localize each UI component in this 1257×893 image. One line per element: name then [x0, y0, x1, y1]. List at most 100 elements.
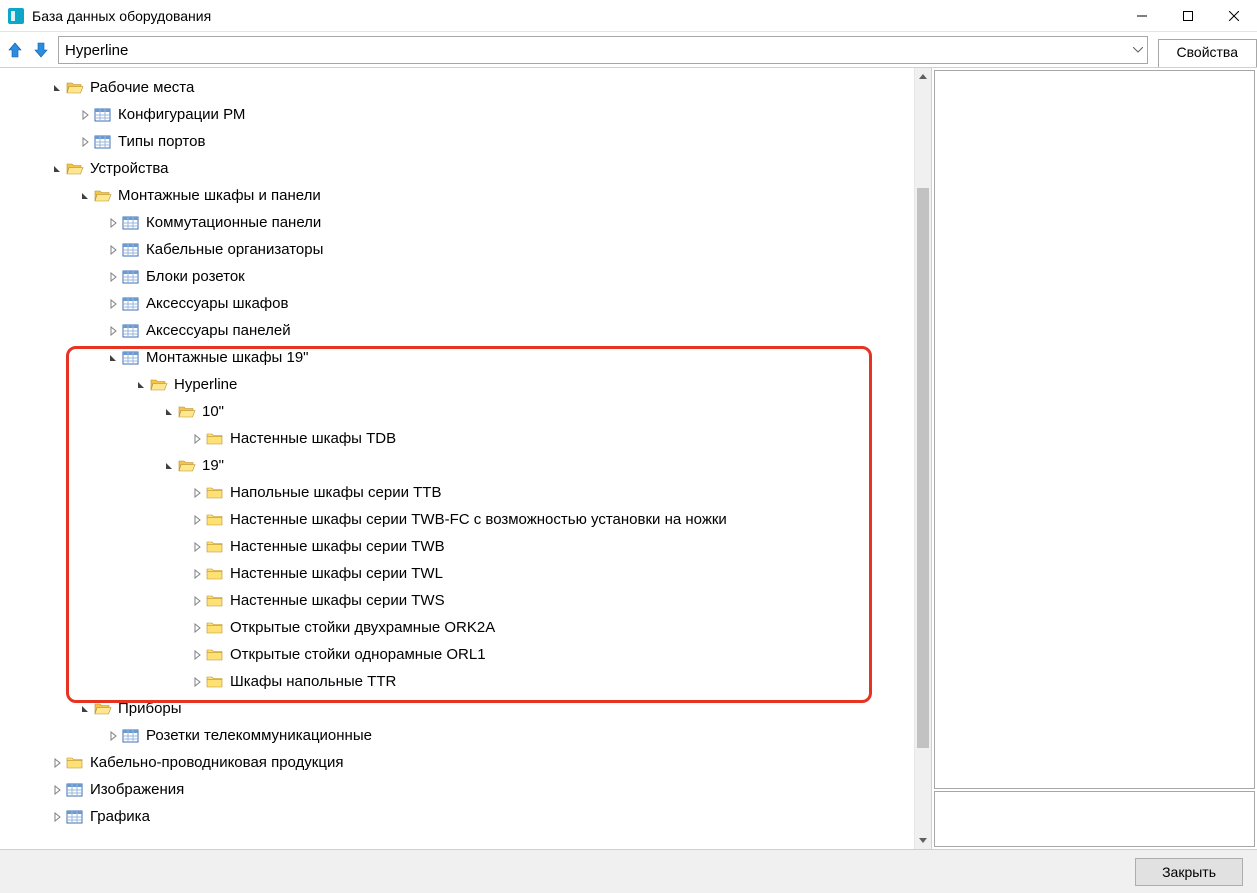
- folder-closed-icon: [206, 485, 224, 501]
- expand-toggle-icon[interactable]: [78, 108, 92, 122]
- maximize-button[interactable]: [1165, 0, 1211, 32]
- tree-node-nastennye-twb[interactable]: Настенные шкафы серии TWB: [8, 533, 914, 560]
- expand-toggle-icon[interactable]: [78, 189, 92, 203]
- expand-toggle-icon[interactable]: [106, 729, 120, 743]
- close-button[interactable]: [1211, 0, 1257, 32]
- expand-toggle-icon[interactable]: [190, 675, 204, 689]
- tree-node-rozetki-telekom[interactable]: Розетки телекоммуникационные: [8, 722, 914, 749]
- tree-node-otkrytye-orl1[interactable]: Открытые стойки однорамные ORL1: [8, 641, 914, 668]
- folder-closed-icon: [206, 566, 224, 582]
- window-title: База данных оборудования: [32, 8, 211, 24]
- tree-label: Коммутационные панели: [146, 209, 321, 236]
- expand-toggle-icon[interactable]: [190, 513, 204, 527]
- expand-toggle-icon[interactable]: [50, 783, 64, 797]
- table-icon: [94, 107, 112, 123]
- tree-node-ustroistva[interactable]: Устройства: [8, 155, 914, 182]
- expand-toggle-icon[interactable]: [106, 243, 120, 257]
- folder-open-icon: [178, 404, 196, 420]
- titlebar: База данных оборудования: [0, 0, 1257, 32]
- properties-panel: [932, 68, 1257, 849]
- tree-node-nastennye-twl[interactable]: Настенные шкафы серии TWL: [8, 560, 914, 587]
- table-icon: [66, 809, 84, 825]
- tree-node-hyperline[interactable]: Hyperline: [8, 371, 914, 398]
- tree-node-konfiguratsii-rm[interactable]: Конфигурации РМ: [8, 101, 914, 128]
- scroll-thumb[interactable]: [917, 188, 929, 748]
- folder-open-icon: [94, 188, 112, 204]
- tree-node-rabochie-mesta[interactable]: Рабочие места: [8, 74, 914, 101]
- expand-toggle-icon[interactable]: [106, 324, 120, 338]
- table-icon: [122, 269, 140, 285]
- expand-toggle-icon[interactable]: [190, 486, 204, 500]
- tree-node-shkafy-ttr[interactable]: Шкафы напольные TTR: [8, 668, 914, 695]
- table-icon: [122, 215, 140, 231]
- expand-toggle-icon[interactable]: [78, 135, 92, 149]
- tree-node-kommutatsionnye-paneli[interactable]: Коммутационные панели: [8, 209, 914, 236]
- expand-toggle-icon[interactable]: [190, 621, 204, 635]
- tree-label: Розетки телекоммуникационные: [146, 722, 372, 749]
- properties-content: [934, 70, 1255, 789]
- tree-scrollbar[interactable]: [914, 68, 931, 849]
- nav-up-button[interactable]: [4, 39, 26, 61]
- application-window: База данных оборудования Hyperline Свойс…: [0, 0, 1257, 893]
- tree-node-19-inch[interactable]: 19": [8, 452, 914, 479]
- tree-node-montazhnye-shkafy-19[interactable]: Монтажные шкафы 19": [8, 344, 914, 371]
- expand-toggle-icon[interactable]: [190, 540, 204, 554]
- tree-node-otkrytye-ork2a[interactable]: Открытые стойки двухрамные ORK2A: [8, 614, 914, 641]
- folder-open-icon: [66, 161, 84, 177]
- tree-node-montazhnye-shkafy-paneli[interactable]: Монтажные шкафы и панели: [8, 182, 914, 209]
- folder-closed-icon: [206, 620, 224, 636]
- scroll-up-button[interactable]: [915, 68, 931, 85]
- tree-node-grafika[interactable]: Графика: [8, 803, 914, 830]
- expand-toggle-icon[interactable]: [106, 216, 120, 230]
- expand-toggle-icon[interactable]: [162, 405, 176, 419]
- tree-node-nastennye-twb-fc[interactable]: Настенные шкафы серии TWB-FC с возможнос…: [8, 506, 914, 533]
- close-dialog-button[interactable]: Закрыть: [1135, 858, 1243, 886]
- tree-node-kabelno-provodnikovaia[interactable]: Кабельно-проводниковая продукция: [8, 749, 914, 776]
- table-icon: [94, 134, 112, 150]
- tree-node-aksessuary-panelei[interactable]: Аксессуары панелей: [8, 317, 914, 344]
- scroll-down-button[interactable]: [915, 832, 931, 849]
- expand-toggle-icon[interactable]: [190, 648, 204, 662]
- expand-toggle-icon[interactable]: [106, 297, 120, 311]
- expand-toggle-icon[interactable]: [50, 162, 64, 176]
- tree-label: Открытые стойки двухрамные ORK2A: [230, 614, 495, 641]
- expand-toggle-icon[interactable]: [134, 378, 148, 392]
- table-icon: [122, 242, 140, 258]
- tree-node-nastennye-tws[interactable]: Настенные шкафы серии TWS: [8, 587, 914, 614]
- tree-label: Монтажные шкафы 19": [146, 344, 309, 371]
- expand-toggle-icon[interactable]: [78, 702, 92, 716]
- tab-properties[interactable]: Свойства: [1158, 39, 1257, 67]
- tree-node-kabelnye-organizatory[interactable]: Кабельные организаторы: [8, 236, 914, 263]
- folder-closed-icon: [206, 674, 224, 690]
- tree-label: 19": [202, 452, 224, 479]
- tree-node-bloki-rozetok[interactable]: Блоки розеток: [8, 263, 914, 290]
- expand-toggle-icon[interactable]: [162, 459, 176, 473]
- expand-toggle-icon[interactable]: [50, 81, 64, 95]
- expand-toggle-icon[interactable]: [106, 351, 120, 365]
- folder-closed-icon: [206, 512, 224, 528]
- tree-node-nastennye-tdb[interactable]: Настенные шкафы TDB: [8, 425, 914, 452]
- tree-label: Настенные шкафы серии TWL: [230, 560, 443, 587]
- expand-toggle-icon[interactable]: [190, 432, 204, 446]
- expand-toggle-icon[interactable]: [50, 810, 64, 824]
- folder-open-icon: [150, 377, 168, 393]
- expand-toggle-icon[interactable]: [190, 594, 204, 608]
- table-icon: [122, 296, 140, 312]
- minimize-button[interactable]: [1119, 0, 1165, 32]
- expand-toggle-icon[interactable]: [106, 270, 120, 284]
- expand-toggle-icon[interactable]: [190, 567, 204, 581]
- breadcrumb-combo[interactable]: Hyperline: [58, 36, 1148, 64]
- nav-down-button[interactable]: [30, 39, 52, 61]
- tree-node-aksessuary-shkafov[interactable]: Аксессуары шкафов: [8, 290, 914, 317]
- tree-label: Графика: [90, 803, 150, 830]
- tree-node-pribory[interactable]: Приборы: [8, 695, 914, 722]
- equipment-tree[interactable]: Рабочие места Конфигурации РМ Типы порто…: [0, 68, 914, 836]
- tree-node-napolnye-ttb[interactable]: Напольные шкафы серии TTB: [8, 479, 914, 506]
- tree-node-tipy-portov[interactable]: Типы портов: [8, 128, 914, 155]
- tree-label: Настенные шкафы TDB: [230, 425, 396, 452]
- expand-toggle-icon[interactable]: [50, 756, 64, 770]
- tree-label: Рабочие места: [90, 74, 194, 101]
- tree-node-izobrazheniia[interactable]: Изображения: [8, 776, 914, 803]
- tree-label: Hyperline: [174, 371, 237, 398]
- tree-node-10-inch[interactable]: 10": [8, 398, 914, 425]
